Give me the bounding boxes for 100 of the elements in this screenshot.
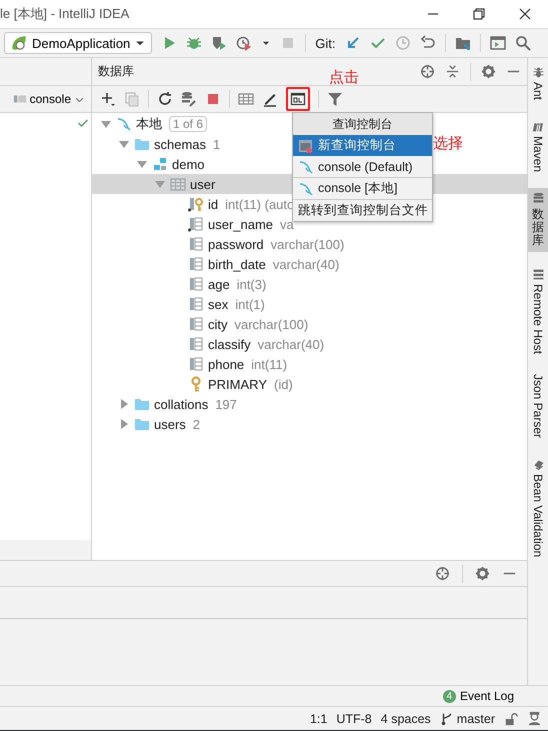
node-label: sex [208, 296, 228, 312]
database-wrench-icon[interactable] [181, 91, 197, 107]
profiler-icon[interactable] [236, 35, 252, 51]
filter-icon[interactable] [327, 91, 343, 107]
panel-title: 数据库 [98, 63, 134, 80]
node-label: demo [172, 156, 205, 172]
target-icon[interactable] [435, 566, 450, 581]
tree-item[interactable]: collations 197 [118, 394, 237, 414]
side-tab[interactable]: 数据库 [528, 188, 548, 252]
node-detail: int(3) [236, 276, 266, 292]
indent-selector[interactable]: 4 spaces [380, 712, 431, 726]
person-icon[interactable] [527, 711, 542, 726]
column-icon [188, 296, 204, 312]
console-selector[interactable]: console [12, 92, 85, 106]
bug-icon[interactable] [186, 35, 202, 51]
server-icon [532, 268, 544, 281]
folder-icon [134, 396, 150, 412]
column-icon [188, 316, 204, 332]
settings-icon[interactable] [475, 566, 490, 581]
stop-icon[interactable] [205, 91, 221, 107]
node-label: classify [208, 336, 251, 352]
event-log-button[interactable]: Event Log [460, 689, 514, 703]
collapse-icon[interactable] [445, 64, 460, 79]
node-badge: 1 of 6 [169, 116, 208, 132]
restore-icon [473, 8, 485, 20]
tree-item[interactable]: age int(3) [172, 274, 266, 294]
node-detail: va [280, 216, 294, 232]
query-console-icon [290, 91, 306, 107]
side-tab[interactable]: Ant [528, 62, 548, 104]
side-tab[interactable]: Bean Validation [528, 454, 548, 561]
settings-icon[interactable] [481, 64, 496, 79]
pencil-icon[interactable] [262, 91, 278, 107]
database-icon [532, 192, 544, 206]
branch-icon [440, 712, 454, 726]
tree-item[interactable]: 本地 1 of 6 [100, 114, 208, 134]
ant-icon [532, 66, 544, 79]
caret-position[interactable]: 1:1 [310, 712, 328, 726]
column-icon [188, 256, 204, 272]
expanded-arrow-icon[interactable] [118, 138, 130, 150]
tree-item[interactable]: user [154, 174, 216, 194]
tree-item[interactable]: users 2 [118, 414, 200, 434]
side-tab[interactable]: Maven [528, 116, 548, 176]
menu-item[interactable]: 跳转到查询控制台文件 [293, 200, 432, 221]
tree-item[interactable]: birth_date varchar(40) [172, 254, 340, 274]
tree-item[interactable]: city varchar(100) [172, 314, 308, 334]
node-label: PRIMARY [208, 376, 267, 392]
node-detail: varchar(100) [270, 236, 344, 252]
tree-item[interactable]: sex int(1) [172, 294, 265, 314]
expanded-arrow-icon[interactable] [100, 118, 112, 130]
side-tab[interactable]: Remote Host [528, 264, 548, 358]
tree-item[interactable]: password varchar(100) [172, 234, 344, 254]
node-label: city [208, 316, 228, 332]
column-icon [188, 336, 204, 352]
datasource-icon [116, 116, 132, 132]
node-detail: 1 [213, 136, 220, 152]
menu-item[interactable]: 新查询控制台 [293, 135, 432, 156]
tree-item[interactable]: PRIMARY (id) [172, 374, 293, 394]
refresh-icon[interactable] [157, 91, 173, 107]
shield-run-icon[interactable] [211, 35, 228, 51]
key-column-icon [188, 196, 204, 212]
encoding-selector[interactable]: UTF-8 [336, 712, 372, 726]
schema-icon [152, 156, 168, 172]
side-tab[interactable]: Json Parser [528, 370, 548, 442]
target-icon[interactable] [420, 64, 435, 79]
undo-icon[interactable] [420, 35, 436, 51]
node-detail: varchar(40) [272, 256, 340, 272]
table-icon [170, 176, 186, 192]
lock-icon[interactable] [504, 712, 518, 726]
run-configuration-dropdown[interactable]: DemoApplication [4, 32, 152, 54]
column-icon [188, 276, 204, 292]
datasource-icon [298, 158, 314, 174]
add-icon[interactable] [100, 91, 116, 107]
column-icon [188, 236, 204, 252]
node-detail: varchar(40) [258, 336, 324, 352]
query-console-button[interactable] [286, 87, 310, 111]
collapsed-arrow-icon[interactable] [118, 418, 130, 430]
tree-item[interactable]: classify varchar(40) [172, 334, 324, 354]
node-label: password [208, 236, 264, 252]
node-label: collations [154, 396, 208, 412]
project-structure-icon[interactable] [454, 35, 471, 51]
node-label: schemas [154, 136, 206, 152]
node-label: birth_date [208, 256, 266, 272]
branch-selector[interactable]: master [440, 712, 495, 726]
git-label: Git: [315, 36, 336, 50]
menu-item[interactable]: console (Default) [293, 156, 432, 177]
check-icon [77, 117, 89, 129]
terminal-icon[interactable] [490, 35, 506, 51]
column-icon [188, 216, 204, 232]
tree-item[interactable]: user_name va [172, 214, 294, 234]
expanded-arrow-icon[interactable] [136, 158, 148, 170]
tree-item[interactable]: demo [136, 154, 205, 174]
tree-item[interactable]: schemas 1 [118, 134, 220, 154]
menu-item[interactable]: console [本地] [293, 178, 432, 199]
table-icon[interactable] [238, 91, 254, 107]
collapsed-arrow-icon[interactable] [118, 398, 130, 410]
notification-count: 4 [442, 690, 456, 702]
search-icon[interactable] [514, 35, 531, 51]
folder-icon [134, 416, 150, 432]
tree-item[interactable]: phone int(11) [172, 354, 288, 374]
node-label: 本地 [136, 115, 162, 133]
